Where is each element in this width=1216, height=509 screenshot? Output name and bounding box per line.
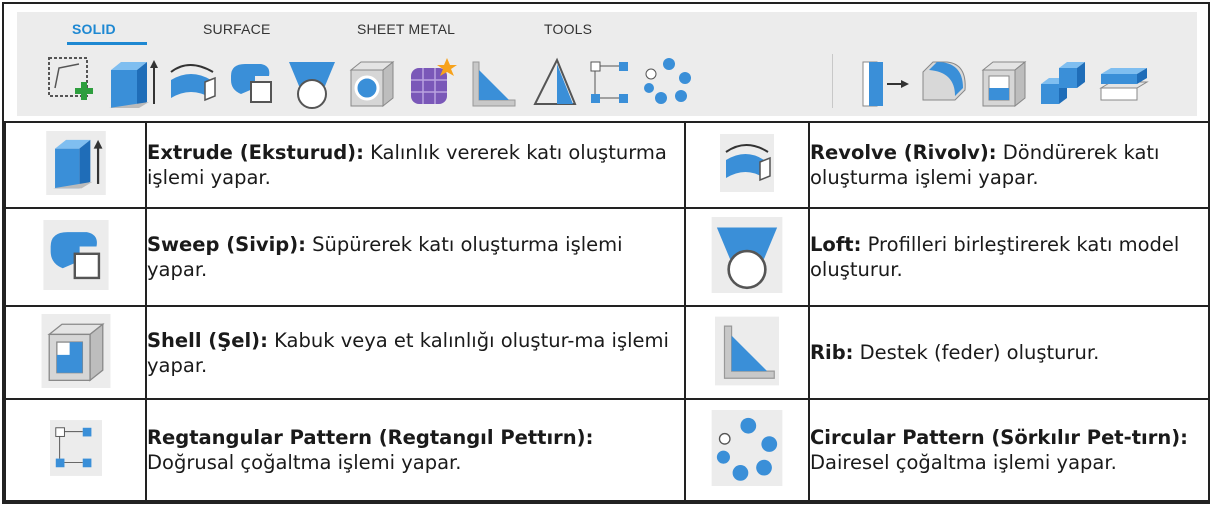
description-cell: Loft: Profilleri birleştirerek katı mode… [808, 207, 1210, 307]
term-description: Doğrusal çoğaltma işlemi yapar. [147, 451, 462, 474]
toolbar-tabs: SOLID SURFACE SHEET METAL TOOLS [17, 12, 1197, 45]
document-frame: SOLID SURFACE SHEET METAL TOOLS Extrude … [2, 2, 1210, 504]
description-cell: Extrude (Eksturud): Kalınlık vererek kat… [145, 121, 686, 209]
description-cell: Rib: Destek (feder) oluşturur. [808, 305, 1210, 400]
icon-cell [684, 398, 810, 502]
sweep-icon[interactable] [225, 54, 279, 112]
extrude-icon[interactable] [105, 54, 159, 112]
term-description: Destek (feder) oluşturur. [853, 341, 1100, 364]
term-label: Regtangular Pattern (Regtangıl Pettırn): [147, 426, 594, 449]
toolbar-panel: SOLID SURFACE SHEET METAL TOOLS [17, 12, 1197, 116]
term-label: Shell (Şel): [147, 328, 268, 352]
new-sketch-icon[interactable] [45, 54, 99, 112]
table-row: Regtangular Pattern (Regtangıl Pettırn):… [4, 398, 1210, 502]
icon-cell [4, 305, 147, 400]
rectangular-pattern-icon [49, 420, 102, 476]
toolbar-separator [832, 54, 833, 108]
feature-table: Extrude (Eksturud): Kalınlık vererek kat… [4, 121, 1210, 502]
icon-cell [4, 121, 147, 209]
loft-icon[interactable] [285, 54, 339, 112]
tab-surface[interactable]: SURFACE [203, 21, 271, 37]
description-cell: Regtangular Pattern (Regtangıl Pettırn):… [145, 398, 686, 502]
term-label: Loft: [810, 233, 862, 256]
tab-solid[interactable]: SOLID [72, 21, 116, 37]
shell-icon [41, 313, 110, 388]
web-icon[interactable] [525, 54, 579, 112]
term-label: Sweep (Sivip): [147, 233, 306, 256]
circular-pattern-icon[interactable] [641, 54, 695, 112]
tab-sheet-metal[interactable]: SHEET METAL [357, 21, 455, 37]
cad-toolbar: SOLID SURFACE SHEET METAL TOOLS [4, 4, 1208, 123]
icon-cell [4, 398, 147, 502]
active-tab-indicator [67, 42, 147, 45]
revolve-icon [720, 134, 774, 192]
tab-tools[interactable]: TOOLS [544, 21, 592, 37]
circular-pattern-icon [711, 410, 783, 486]
description-cell: Sweep (Sivip): Süpürerek katı oluşturma … [145, 207, 686, 307]
term-description: Dairesel çoğaltma işlemi yapar. [810, 451, 1117, 474]
extrude-icon [45, 131, 106, 195]
shell-tool-icon[interactable] [977, 54, 1031, 112]
description-cell: Shell (Şel): Kabuk veya et kalınlığı olu… [145, 305, 686, 400]
term-label: Circular Pattern (Sörkılır Pet-tırn): [810, 426, 1188, 449]
rib-icon[interactable] [465, 54, 519, 112]
icon-cell [4, 207, 147, 307]
icon-cell [684, 121, 810, 209]
description-cell: Circular Pattern (Sörkılır Pet-tırn): Da… [808, 398, 1210, 502]
table-row: Shell (Şel): Kabuk veya et kalınlığı olu… [4, 305, 1210, 400]
combine-icon[interactable] [1037, 54, 1091, 112]
create-form-icon[interactable] [405, 54, 459, 112]
revolve-icon[interactable] [165, 54, 219, 112]
description-cell: Revolve (Rivolv): Döndürerek katı oluştu… [808, 121, 1210, 209]
rectangular-pattern-icon[interactable] [585, 54, 639, 112]
press-pull-icon[interactable] [857, 54, 911, 112]
term-label: Rib: [810, 341, 854, 364]
shell-icon[interactable] [345, 54, 399, 112]
term-label: Extrude (Eksturud): [147, 141, 364, 164]
toolbar-icons [17, 54, 1197, 114]
fillet-icon[interactable] [917, 54, 971, 112]
table-row: Extrude (Eksturud): Kalınlık vererek kat… [4, 121, 1210, 209]
term-description: Profilleri birleştirerek katı model oluş… [810, 233, 1180, 281]
thicken-icon[interactable] [1097, 54, 1151, 112]
table-row: Sweep (Sivip): Süpürerek katı oluşturma … [4, 207, 1210, 307]
icon-cell [684, 207, 810, 307]
rib-icon [715, 316, 779, 385]
term-label: Revolve (Rivolv): [810, 141, 997, 164]
loft-icon [711, 217, 783, 293]
sweep-icon [42, 220, 109, 290]
icon-cell [684, 305, 810, 400]
